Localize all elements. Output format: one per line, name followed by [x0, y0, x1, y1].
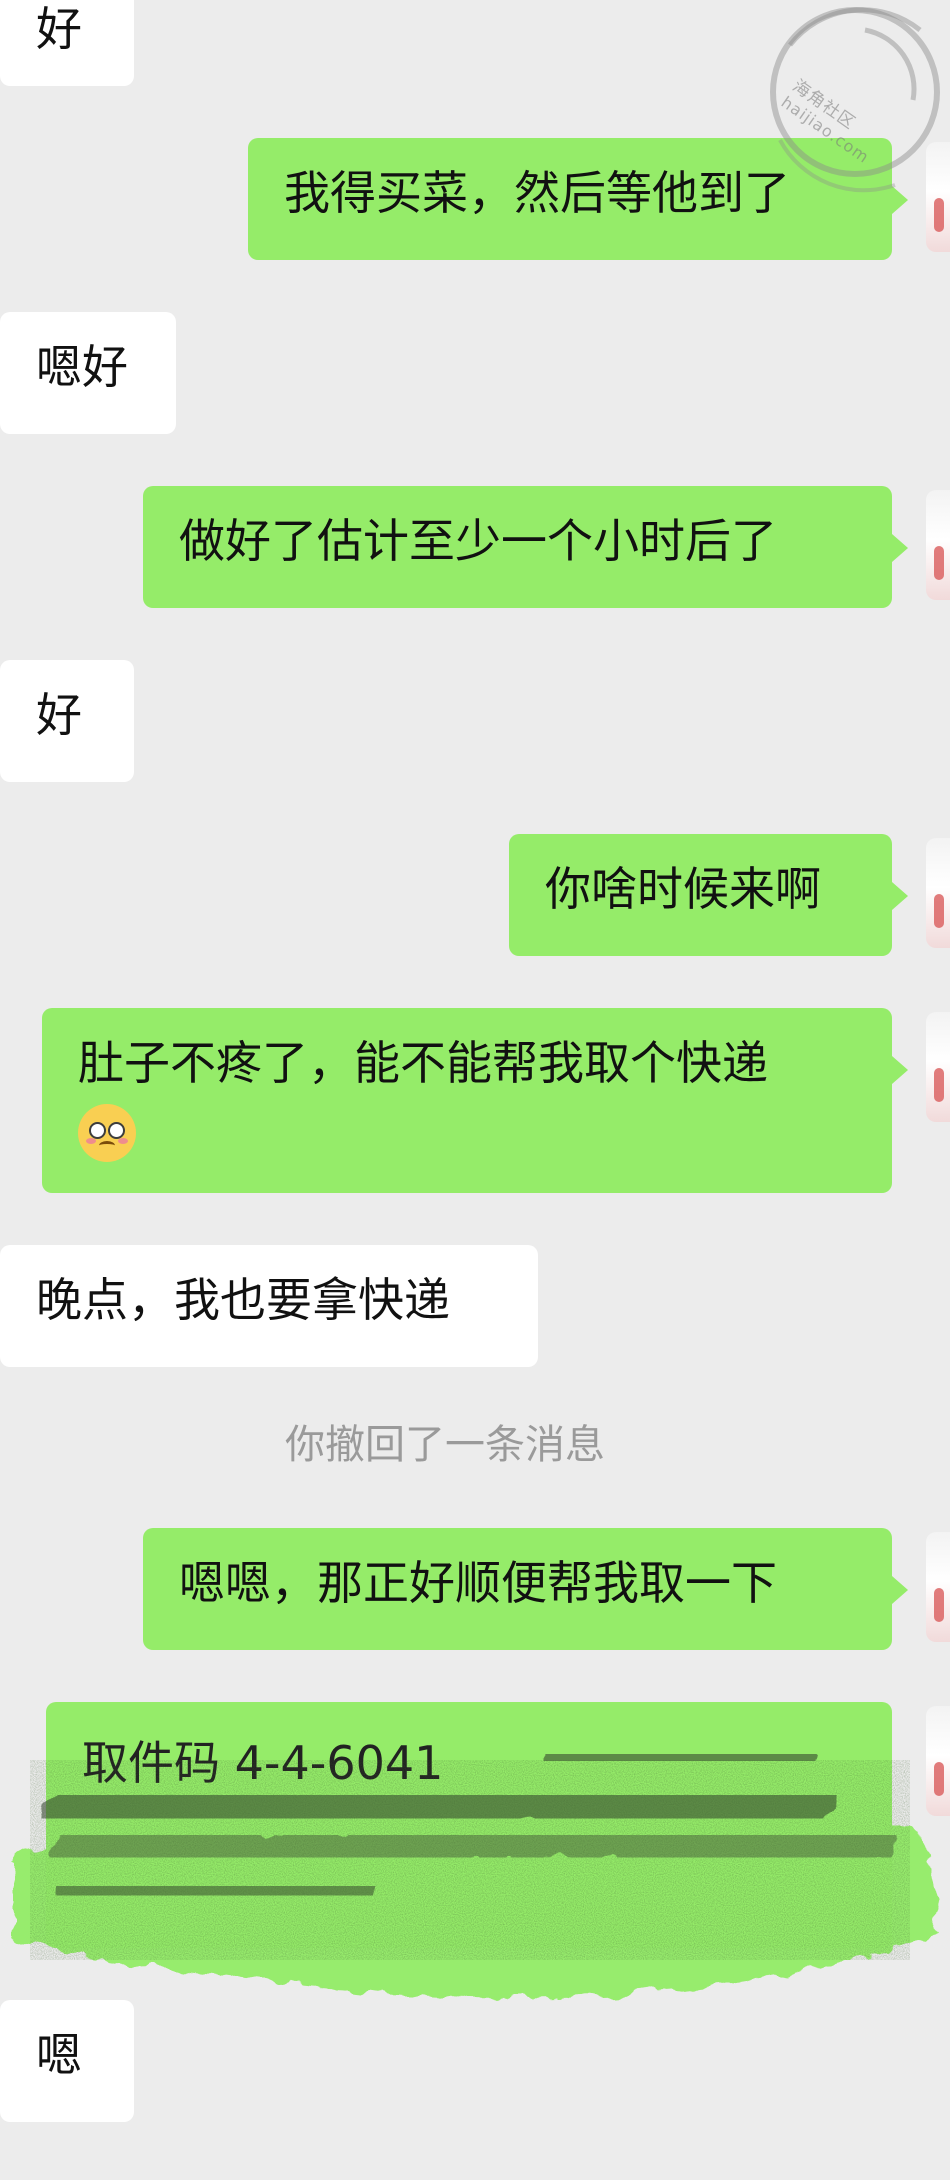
message-bubble-incoming[interactable]: 嗯好 — [0, 312, 176, 434]
message-bubble-outgoing[interactable]: 肚子不疼了，能不能帮我取个快递 — [42, 1008, 908, 1193]
user-avatar[interactable] — [926, 142, 950, 252]
avatar-image — [934, 1762, 944, 1796]
avatar-image — [934, 198, 944, 232]
emoji-mouth — [99, 1140, 115, 1150]
message-text: 我得买菜，然后等他到了 — [284, 166, 790, 220]
message-text: 嗯好 — [36, 340, 128, 394]
message-text: 你啥时候来啊 — [545, 862, 821, 916]
message-bubble-outgoing[interactable]: 做好了估计至少一个小时后了 — [143, 486, 908, 608]
message-bubble-incoming[interactable]: 好 — [0, 0, 134, 86]
pickup-code-text: 取件码 4-4-6041 — [82, 1736, 444, 1790]
emoji-blush-right — [118, 1137, 128, 1144]
avatar-image — [934, 1068, 944, 1102]
message-bubble-incoming[interactable]: 好 — [0, 660, 134, 782]
message-bubble-outgoing[interactable]: 嗯嗯，那正好顺便帮我取一下 — [143, 1528, 908, 1650]
message-bubble-outgoing[interactable]: 你啥时候来啊 — [509, 834, 908, 956]
avatar-image — [934, 546, 944, 580]
user-avatar[interactable] — [926, 1012, 950, 1122]
message-text: 好 — [36, 688, 82, 742]
message-bubble-incoming[interactable]: 晚点，我也要拿快递 — [0, 1245, 538, 1367]
message-text: 晚点，我也要拿快递 — [36, 1273, 450, 1327]
user-avatar[interactable] — [926, 1706, 950, 1816]
message-bubble-outgoing-redacted[interactable]: 取件码 4-4-6041 — [46, 1702, 892, 1948]
user-avatar[interactable] — [926, 1532, 950, 1642]
message-text: 肚子不疼了，能不能帮我取个快递 — [78, 1036, 768, 1090]
flushed-face-emoji-icon — [78, 1103, 136, 1162]
avatar-image — [934, 1588, 944, 1622]
avatar-image — [934, 894, 944, 928]
message-text: 嗯嗯，那正好顺便帮我取一下 — [179, 1556, 777, 1610]
emoji-blush-left — [86, 1137, 96, 1144]
chat-history: 好 我得买菜，然后等他到了 嗯好 做好了估计至少一个小时后了 好 你啥时候来啊 … — [0, 0, 950, 2180]
message-bubble-outgoing[interactable]: 我得买菜，然后等他到了 — [248, 138, 908, 260]
user-avatar[interactable] — [926, 838, 950, 948]
message-bubble-incoming[interactable]: 嗯 — [0, 2000, 134, 2122]
message-text: 做好了估计至少一个小时后了 — [179, 514, 777, 568]
message-text: 好 — [36, 2, 82, 56]
system-text: 你撤回了一条消息 — [285, 1422, 605, 1468]
user-avatar[interactable] — [926, 490, 950, 600]
system-recall-notice: 你撤回了一条消息 — [0, 1412, 890, 1470]
message-text: 嗯 — [36, 2028, 82, 2082]
